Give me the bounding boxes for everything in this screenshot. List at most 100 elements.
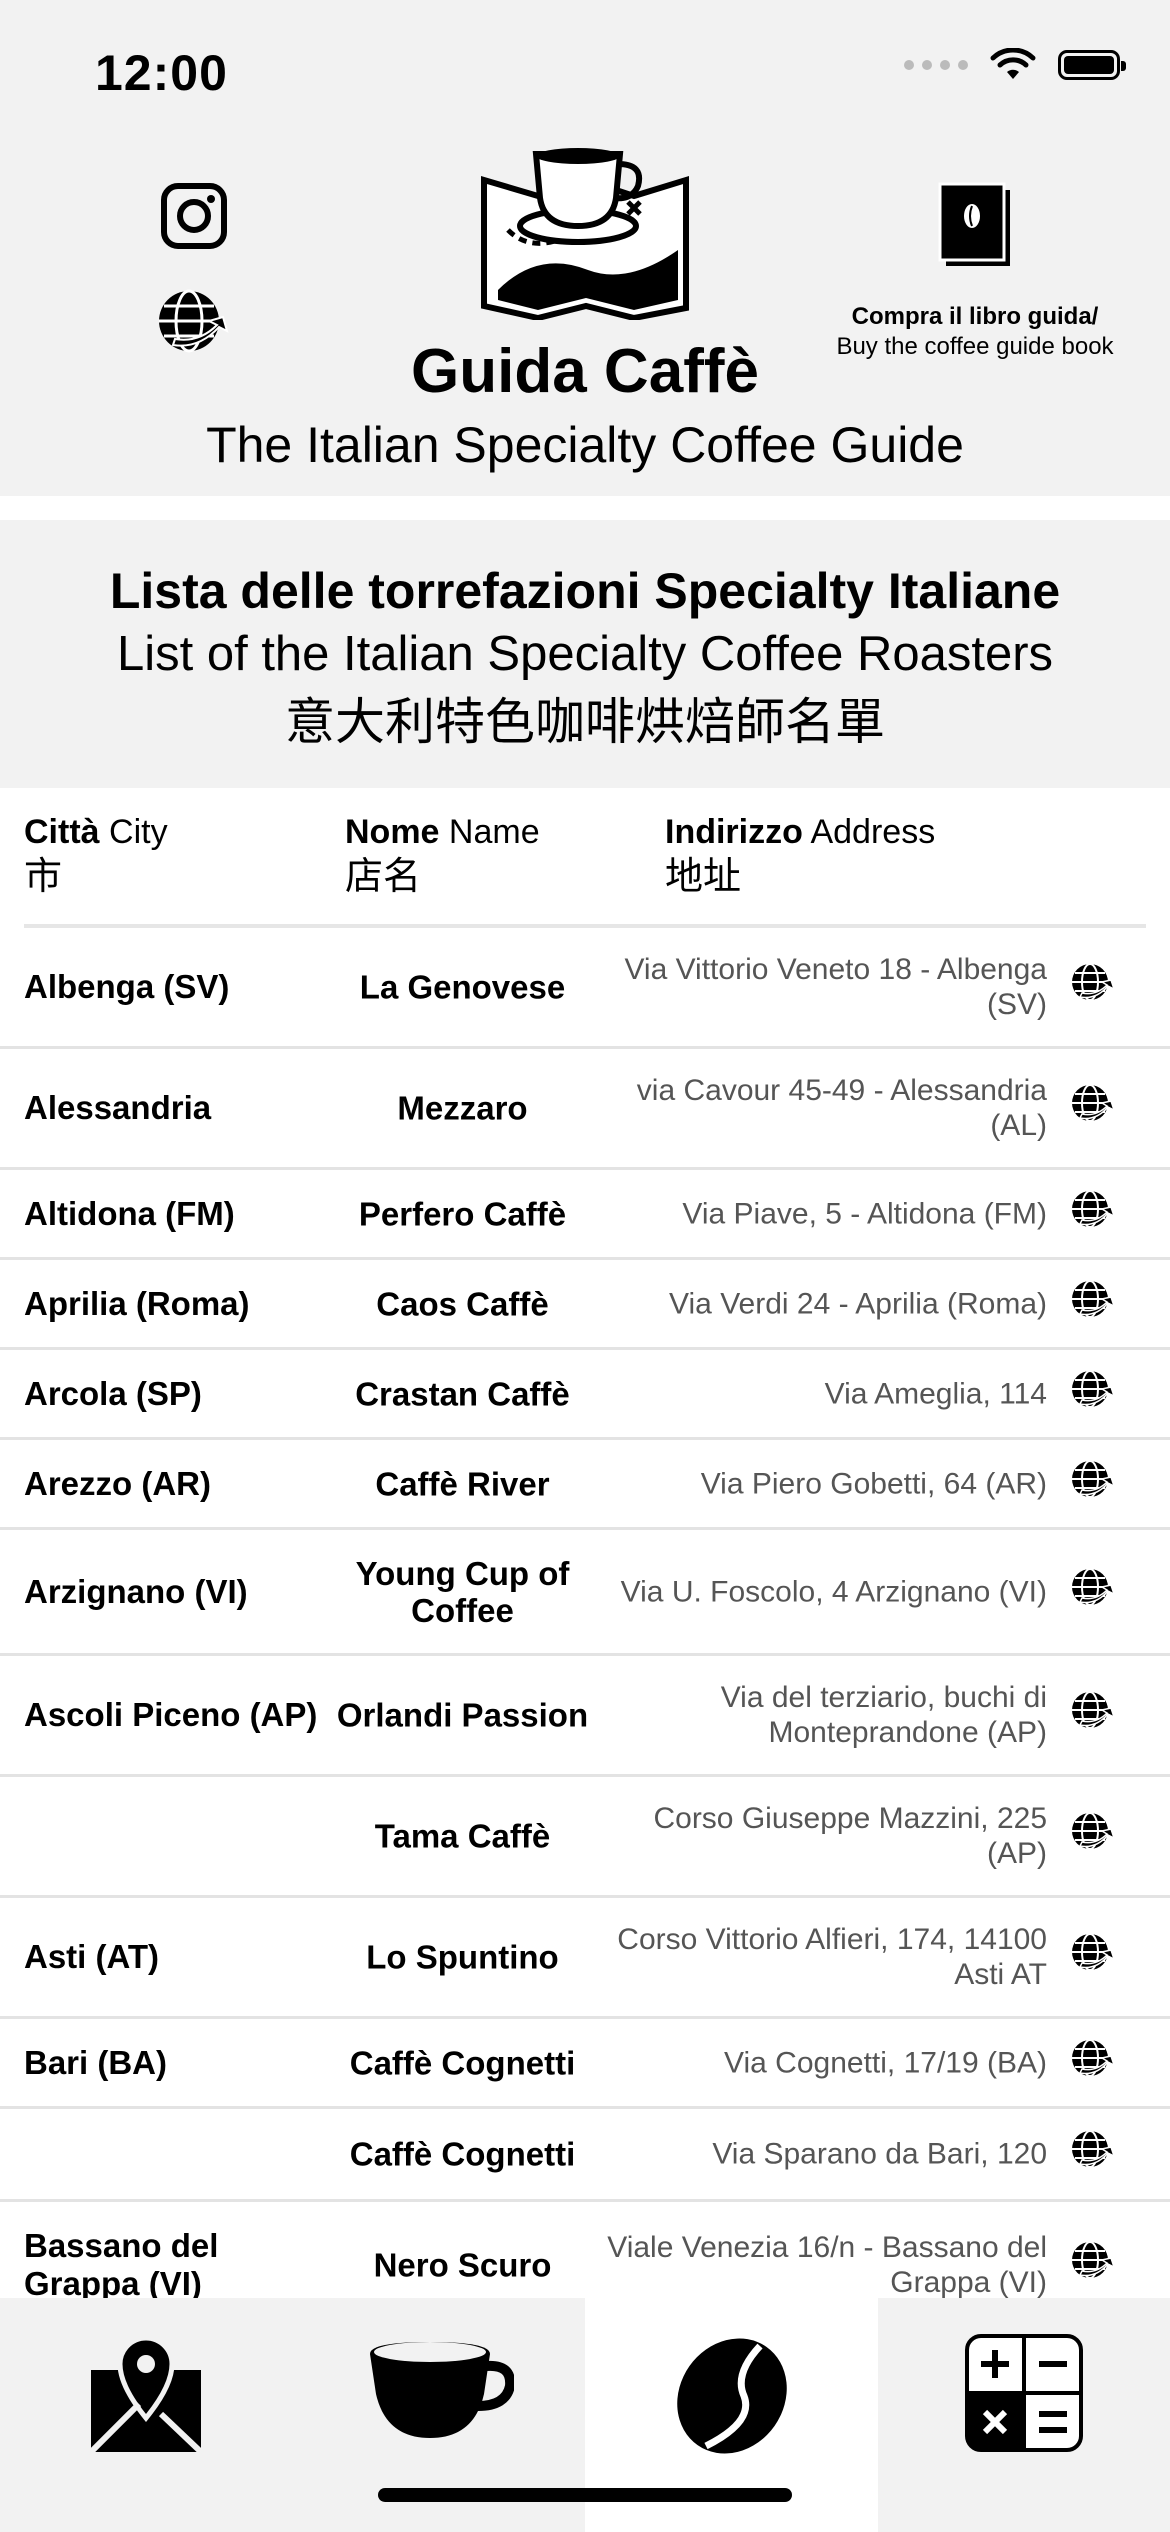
row-name: Orlandi Passion <box>336 1696 589 1734</box>
row-city: Asti (AT) <box>24 1938 160 1975</box>
coffee-cup-icon <box>369 2342 514 2438</box>
row-name: Nero Scuro <box>373 2246 552 2283</box>
row-address: Via Sparano da Bari, 120 <box>712 2137 1047 2171</box>
buy-book-label-it: Compra il libro guida/ <box>851 303 1099 330</box>
table-header: Città City 市 Nome Name 店名 Indirizzo Addr… <box>0 788 1170 928</box>
row-city: Arezzo (AR) <box>24 1464 211 1502</box>
table-row[interactable]: Bari (BA) Caffè Cognetti Via Cognetti, 1… <box>0 2019 1170 2109</box>
column-city-zh: 市 <box>24 854 63 898</box>
row-address: Corso Giuseppe Mazzini, 225 (AP) <box>653 1802 1047 1870</box>
app-subtitle: The Italian Specialty Coffee Guide <box>206 417 964 473</box>
website-globe-icon[interactable] <box>1070 1279 1120 1329</box>
row-address: Via U. Foscolo, 4 Arzignano (VI) <box>620 1575 1047 1608</box>
row-city: Arzignano (VI) <box>24 1572 248 1610</box>
header-gap <box>0 496 1170 520</box>
column-address-it: Indirizzo <box>665 813 803 851</box>
website-globe-icon[interactable] <box>1070 1690 1120 1740</box>
row-name: Young Cup of Coffee <box>355 1554 570 1629</box>
map-icon <box>91 2335 201 2452</box>
column-name-en: Name <box>448 813 540 851</box>
row-name: Tama Caffè <box>374 1817 551 1855</box>
table-row[interactable]: Arzignano (VI) Young Cup of Coffee Via U… <box>0 1530 1170 1656</box>
table-row[interactable]: Arezzo (AR) Caffè River Via Piero Gobett… <box>0 1440 1170 1530</box>
app-logo <box>478 140 692 322</box>
website-globe-icon[interactable] <box>1070 1567 1120 1617</box>
table-row[interactable]: Altidona (FM) Perfero Caffè Via Piave, 5… <box>0 1170 1170 1260</box>
website-globe-icon[interactable] <box>1070 2240 1120 2290</box>
list-title-en: List of the Italian Specialty Coffee Roa… <box>116 627 1054 681</box>
row-name: Perfero Caffè <box>358 1195 567 1232</box>
row-name: Crastan Caffè <box>355 1375 570 1412</box>
table-row[interactable]: Bassano del Grappa (VI) Nero Scuro Viale… <box>0 2202 1170 2298</box>
website-globe-icon[interactable] <box>1070 2129 1120 2179</box>
row-address: Via Verdi 24 - Aprilia (Roma) <box>669 1287 1047 1320</box>
row-address: Via Vittorio Veneto 18 - Albenga (SV) <box>624 953 1047 1021</box>
column-header-name: Nome Name 店名 <box>345 812 540 896</box>
row-name: Caos Caffè <box>376 1285 549 1322</box>
table-row[interactable]: Albenga (SV) La Genovese Via Vittorio Ve… <box>0 928 1170 1049</box>
wifi-icon <box>990 48 1036 79</box>
tab-map[interactable] <box>0 2298 292 2532</box>
row-address: Via Piave, 5 - Altidona (FM) <box>682 1197 1047 1230</box>
coffee-bean-icon <box>676 2338 787 2454</box>
row-address: Via del terziario, buchi di Monteprandon… <box>720 1681 1047 1749</box>
home-indicator[interactable] <box>378 2488 792 2502</box>
row-city: Bassano del Grappa (VI) <box>24 2226 219 2299</box>
signal-icon <box>904 60 968 70</box>
website-globe-icon[interactable] <box>1070 1811 1120 1861</box>
table-row[interactable]: Asti (AT) Lo Spuntino Corso Vittorio Alf… <box>0 1898 1170 2019</box>
battery-icon <box>1058 50 1126 80</box>
book-icon[interactable] <box>936 180 1016 270</box>
tab-calculator[interactable] <box>878 2298 1170 2532</box>
instagram-icon[interactable] <box>158 180 230 252</box>
row-city: Arcola (SP) <box>24 1374 202 1412</box>
row-city: Ascoli Piceno (AP) <box>24 1696 318 1733</box>
row-city: Bari (BA) <box>24 2043 168 2081</box>
column-address-zh: 地址 <box>665 854 742 898</box>
row-address: Via Piero Gobetti, 64 (AR) <box>700 1467 1047 1500</box>
column-city-en: City <box>109 813 168 851</box>
column-name-zh: 店名 <box>345 854 422 898</box>
list-title-it: Lista delle torrefazioni Specialty Itali… <box>109 563 1061 619</box>
app-header: Compra il libro guida/ Buy the coffee gu… <box>0 140 1170 496</box>
row-address: Via Cognetti, 17/19 (BA) <box>724 2046 1047 2079</box>
row-address: Via Ameglia, 114 <box>824 1377 1047 1410</box>
website-globe-icon[interactable] <box>1070 1459 1120 1509</box>
table-row[interactable]: Caffè Cognetti Via Sparano da Bari, 120 <box>0 2109 1170 2202</box>
status-bar: 12:00 <box>0 0 1170 140</box>
column-header-address: Indirizzo Address 地址 <box>665 812 935 896</box>
website-globe-icon[interactable] <box>1070 962 1120 1012</box>
calculator-icon <box>965 2334 1083 2452</box>
row-name: Caffè Cognetti <box>349 2044 576 2081</box>
website-globe-icon[interactable] <box>1070 1083 1120 1133</box>
status-time: 12:00 <box>95 45 228 101</box>
row-city: Aprilia (Roma) <box>24 1284 250 1322</box>
row-name: Lo Spuntino <box>366 1938 559 1976</box>
list-title-zh: 意大利特色咖啡烘焙師名單 <box>285 693 885 751</box>
table-row[interactable]: Ascoli Piceno (AP) Orlandi Passion Via d… <box>0 1656 1170 1777</box>
roaster-table: Albenga (SV) La Genovese Via Vittorio Ve… <box>0 928 1170 2298</box>
column-header-city: Città City 市 <box>24 812 168 896</box>
column-address-en: Address <box>810 813 936 851</box>
website-globe-icon[interactable] <box>1070 1932 1120 1982</box>
column-name-it: Nome <box>345 813 440 851</box>
status-icons <box>904 48 1126 82</box>
row-address: Viale Venezia 16/n - Bassano del Grappa … <box>607 2230 1047 2299</box>
website-globe-icon[interactable] <box>1070 1369 1120 1419</box>
row-city: Alessandria <box>24 1089 212 1126</box>
app-title: Guida Caffè <box>411 337 759 406</box>
row-name: La Genovese <box>359 968 566 1006</box>
row-address: via Cavour 45-49 - Alessandria (AL) <box>636 1074 1047 1142</box>
table-row[interactable]: Alessandria Mezzaro via Cavour 45-49 - A… <box>0 1049 1170 1170</box>
website-globe-icon[interactable] <box>1070 2038 1120 2088</box>
row-address: Corso Vittorio Alfieri, 174, 14100 Asti … <box>617 1923 1047 1991</box>
website-globe-icon[interactable] <box>1070 1189 1120 1239</box>
table-row[interactable]: Arcola (SP) Crastan Caffè Via Ameglia, 1… <box>0 1350 1170 1440</box>
row-name: Caffè Cognetti <box>349 2135 576 2173</box>
row-name: Caffè River <box>375 1465 550 1502</box>
table-row[interactable]: Aprilia (Roma) Caos Caffè Via Verdi 24 -… <box>0 1260 1170 1350</box>
row-name: Mezzaro <box>397 1089 528 1127</box>
column-city-it: Città <box>24 813 100 851</box>
table-row[interactable]: Tama Caffè Corso Giuseppe Mazzini, 225 (… <box>0 1777 1170 1898</box>
row-city: Albenga (SV) <box>24 968 230 1005</box>
